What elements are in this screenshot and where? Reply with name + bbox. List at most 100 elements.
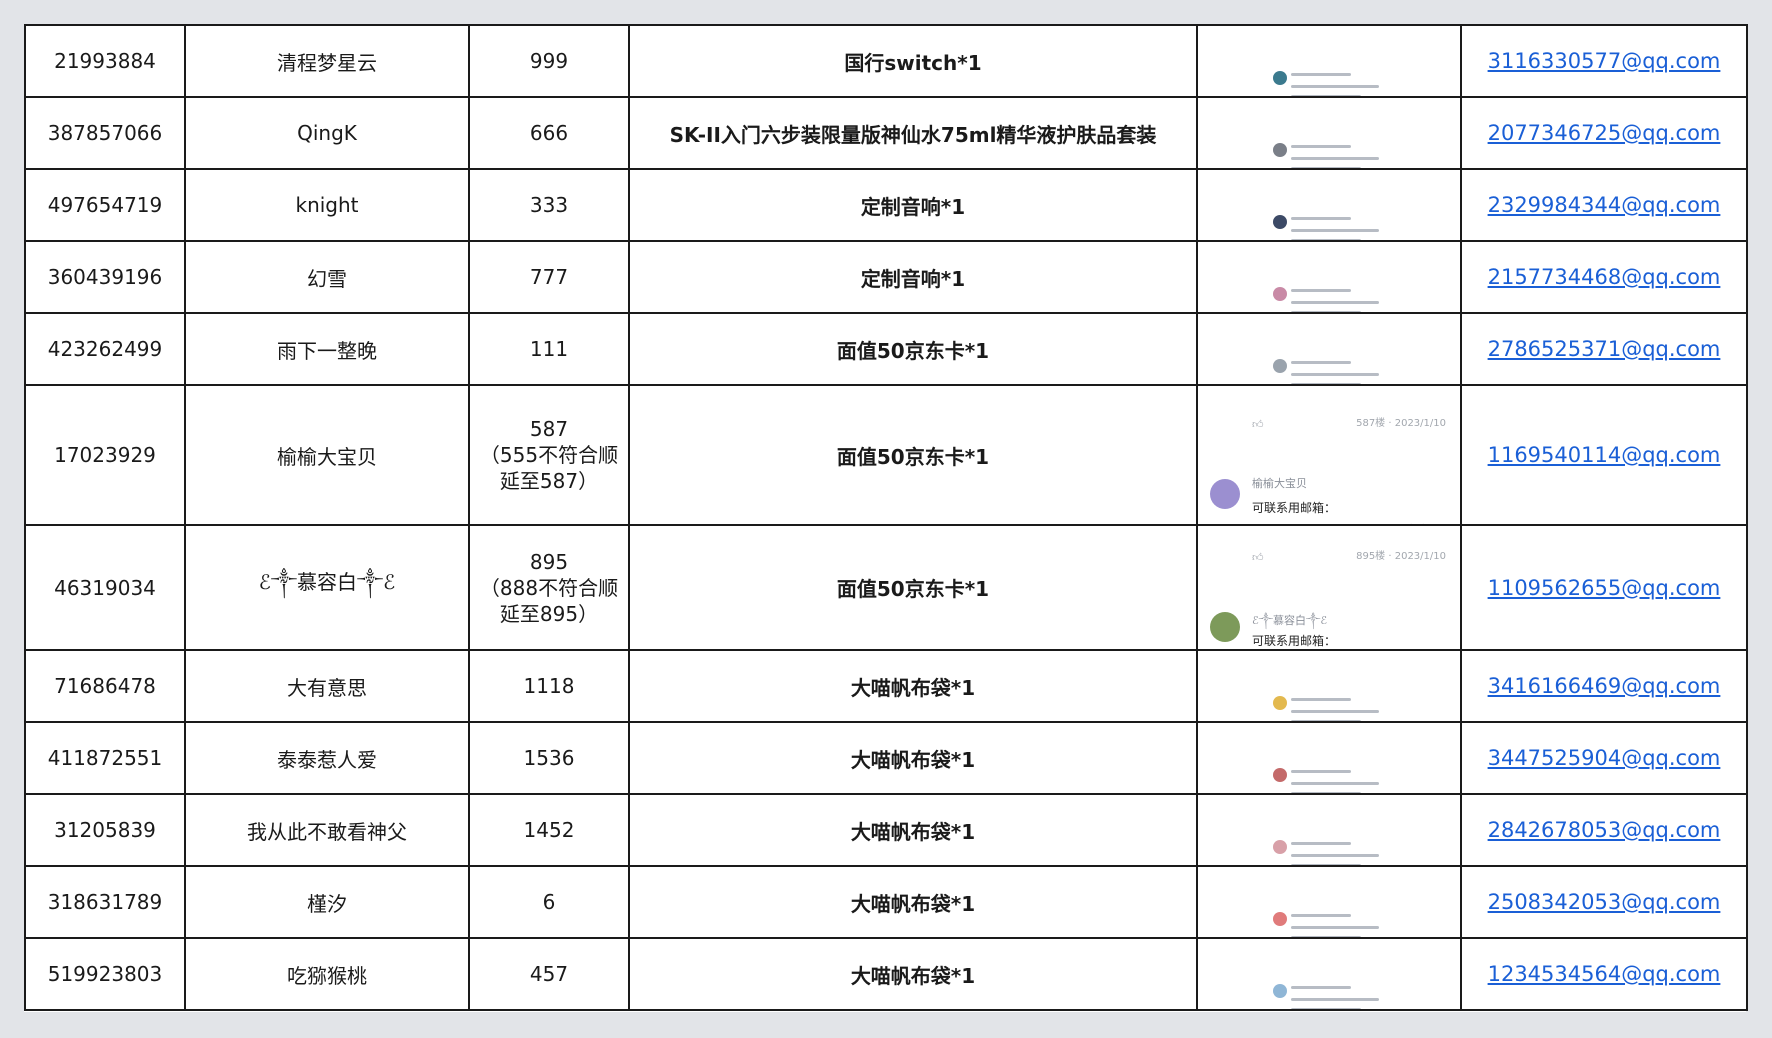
prize-cell: 大喵帆布袋*1 <box>628 721 1198 795</box>
nickname-cell: 槿汐 <box>184 865 470 939</box>
comment-screenshot-cell <box>1196 24 1462 98</box>
floor-number: 999 <box>529 49 569 73</box>
floor-number: 666 <box>529 121 569 145</box>
email-cell: 3416166469@qq.com <box>1460 649 1748 723</box>
table-row: 360439196 幻雪 777 定制音响*1 2157734468@qq.com <box>24 240 1748 314</box>
avatar <box>1273 840 1287 854</box>
table-row: 71686478 大有意思 1118 大喵帆布袋*1 3416166469@qq.com <box>24 649 1748 723</box>
nickname-cell: knight <box>184 168 470 242</box>
email-link[interactable]: 2786525371@qq.com <box>1488 337 1721 361</box>
avatar <box>1273 71 1287 85</box>
email-link[interactable]: 2508342053@qq.com <box>1488 890 1721 914</box>
email-cell: 2157734468@qq.com <box>1460 240 1748 314</box>
floor-number: 587 <box>529 417 569 441</box>
prize-cell: 定制音响*1 <box>628 168 1198 242</box>
comment-screenshot-cell <box>1196 937 1462 1011</box>
comment-text-line <box>1291 145 1351 148</box>
comment-screenshot-cell <box>1196 96 1462 170</box>
email-cell: 1169540114@qq.com <box>1460 384 1748 526</box>
prize-cell: 国行switch*1 <box>628 24 1198 98</box>
floor-cell: 1118 <box>468 649 630 723</box>
floor-cell: 111 <box>468 312 630 386</box>
floor-number: 1536 <box>523 746 575 770</box>
avatar <box>1273 215 1287 229</box>
floor-cell: 6 <box>468 865 630 939</box>
comment-screenshot-cell <box>1196 793 1462 867</box>
email-link[interactable]: 2077346725@qq.com <box>1488 121 1721 145</box>
user-id-cell: 17023929 <box>24 384 186 526</box>
comment-text-line <box>1291 710 1379 713</box>
email-link[interactable]: 3416166469@qq.com <box>1488 674 1721 698</box>
comment-text-line <box>1291 229 1379 232</box>
floor-cell: 1452 <box>468 793 630 867</box>
comment-meta: 895楼 · 2023/1/10 <box>1356 550 1446 562</box>
email-link[interactable]: 1234534564@qq.com <box>1488 962 1721 986</box>
comment-text-line <box>1291 842 1351 845</box>
comment-screenshot-cell <box>1196 865 1462 939</box>
table-row: 387857066 QingK 666 SK-II入门六步装限量版神仙水75ml精华液… <box>24 96 1748 170</box>
comment-screenshot-cell <box>1196 312 1462 386</box>
email-link[interactable]: 3116330577@qq.com <box>1488 49 1721 73</box>
prize-cell: 大喵帆布袋*1 <box>628 649 1198 723</box>
avatar <box>1273 696 1287 710</box>
user-id-cell: 318631789 <box>24 865 186 939</box>
table-row: 21993884 清程梦星云 999 国行switch*1 3116330577@qq.… <box>24 24 1748 98</box>
user-id-cell: 46319034 <box>24 524 186 651</box>
thumbs-up-icon: 👍︎ <box>1252 418 1264 431</box>
prize-cell: 定制音响*1 <box>628 240 1198 314</box>
floor-cell: 587 （555不符合顺延至587） <box>468 384 630 526</box>
user-id-cell: 519923803 <box>24 937 186 1011</box>
floor-number: 111 <box>529 337 569 361</box>
avatar <box>1273 359 1287 373</box>
email-link[interactable]: 1109562655@qq.com <box>1488 576 1721 600</box>
floor-cell: 895 （888不符合顺延至895） <box>468 524 630 651</box>
floor-cell: 777 <box>468 240 630 314</box>
comment-text-line <box>1291 1008 1361 1010</box>
comment-text-line <box>1291 926 1379 929</box>
floor-cell: 999 <box>468 24 630 98</box>
user-id-cell: 411872551 <box>24 721 186 795</box>
email-link[interactable]: 1169540114@qq.com <box>1488 443 1721 467</box>
avatar <box>1273 768 1287 782</box>
prize-cell: 大喵帆布袋*1 <box>628 865 1198 939</box>
comment-screenshot-cell: ℰ༒慕容白༒ℰ可联系用邮箱：1109562655@qq.com 与暖暖一同迎春，… <box>1196 524 1462 651</box>
comment-text-line <box>1291 373 1379 376</box>
comment-screenshot-cell <box>1196 649 1462 723</box>
table-row: 46319034 ℰ༒慕容白༒ℰ 895 （888不符合顺延至895） 面值50京东卡*… <box>24 524 1748 651</box>
comment-text-line <box>1291 157 1379 160</box>
floor-number: 1118 <box>523 674 575 698</box>
nickname-cell: 我从此不敢看神父 <box>184 793 470 867</box>
comment-text-line <box>1291 770 1351 773</box>
winners-sheet: 21993884 清程梦星云 999 国行switch*1 3116330577@qq.… <box>24 24 1748 1012</box>
email-link[interactable]: 2329984344@qq.com <box>1488 193 1721 217</box>
user-id-cell: 360439196 <box>24 240 186 314</box>
thumbs-up-icon: 👍︎ <box>1252 550 1264 564</box>
email-link[interactable]: 2157734468@qq.com <box>1488 265 1721 289</box>
avatar <box>1273 984 1287 998</box>
comment-screenshot-cell <box>1196 168 1462 242</box>
floor-cell: 457 <box>468 937 630 1011</box>
floor-cell: 333 <box>468 168 630 242</box>
table-row: 17023929 榆榆大宝贝 587 （555不符合顺延至587） 面值50京东卡*1 榆… <box>24 384 1748 526</box>
avatar <box>1273 912 1287 926</box>
nickname-cell: 幻雪 <box>184 240 470 314</box>
email-link[interactable]: 2842678053@qq.com <box>1488 818 1721 842</box>
comment-text: 可联系用邮箱：1169540114@qq.com 与暖暖一同迎春，健健康康好身体 <box>1252 501 1337 515</box>
nickname-cell: QingK <box>184 96 470 170</box>
table-row: 411872551 泰泰惹人爱 1536 大喵帆布袋*1 3447525904@qq.c… <box>24 721 1748 795</box>
email-link[interactable]: 3447525904@qq.com <box>1488 746 1721 770</box>
floor-number: 777 <box>529 265 569 289</box>
avatar <box>1273 287 1287 301</box>
comment-text-line <box>1291 998 1379 1001</box>
comment-text-line <box>1291 73 1351 76</box>
comment-screenshot-cell <box>1196 240 1462 314</box>
email-cell: 2329984344@qq.com <box>1460 168 1748 242</box>
email-cell: 3447525904@qq.com <box>1460 721 1748 795</box>
table-row: 497654719 knight 333 定制音响*1 2329984344@qq.co… <box>24 168 1748 242</box>
nickname-cell: ℰ༒慕容白༒ℰ <box>184 524 470 651</box>
avatar <box>1210 479 1240 509</box>
user-id-cell: 71686478 <box>24 649 186 723</box>
nickname-cell: 泰泰惹人爱 <box>184 721 470 795</box>
comment-username: 榆榆大宝贝 <box>1252 477 1307 490</box>
nickname-cell: 雨下一整晚 <box>184 312 470 386</box>
